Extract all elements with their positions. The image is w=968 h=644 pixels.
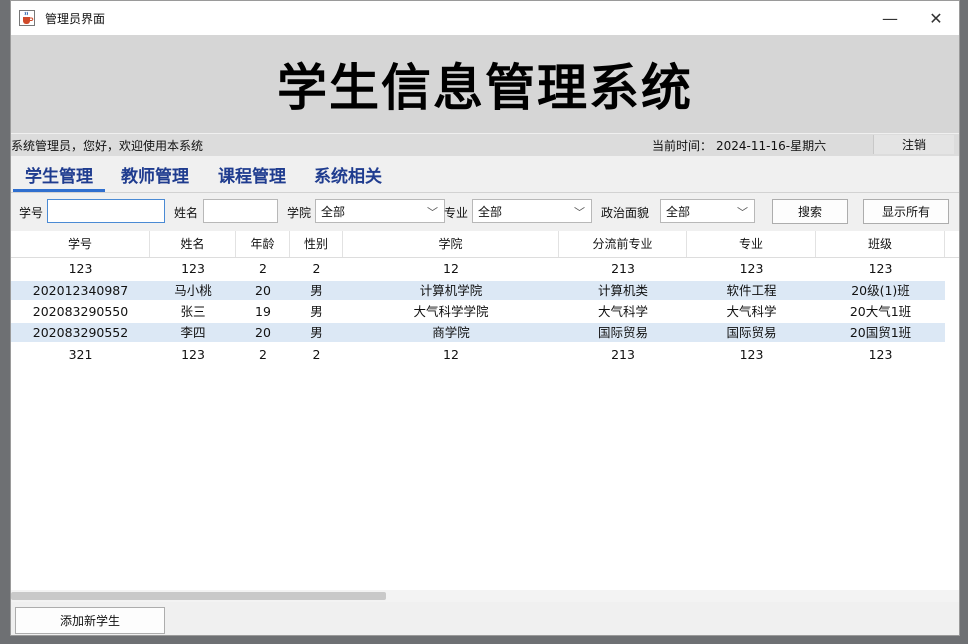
table-cell: 20大气1班 — [849, 304, 912, 319]
table-cell: 男 — [310, 283, 323, 298]
table-cell: 123 — [181, 261, 205, 276]
student-table: 学号 姓名 年龄 性别 学院 分流前专业 专业 班级 123 123 2 2 1… — [11, 231, 959, 591]
time-label: 当前时间： — [652, 139, 713, 153]
tab-system[interactable]: 系统相关 — [314, 162, 382, 187]
chevron-down-icon: ﹀ — [574, 206, 585, 219]
student-id-label: 学号 — [19, 206, 44, 220]
table-cell: 202083290552 — [32, 325, 129, 340]
search-bar: 学号 姓名 学院 全部 ﹀ 专业 全部 ﹀ 政治面貌 全部 ﹀ 搜索 显示所有 — [11, 194, 959, 230]
column-header[interactable]: 班级 — [816, 231, 945, 257]
column-header[interactable]: 姓名 — [150, 231, 236, 257]
welcome-text: 系统管理员，您好，欢迎使用本系统 — [11, 139, 204, 153]
student-id-input[interactable] — [47, 199, 165, 223]
table-cell: 202083290550 — [32, 304, 129, 319]
major-label: 专业 — [444, 206, 469, 220]
political-status-select[interactable]: 全部 ﹀ — [660, 199, 755, 223]
table-cell: 20 — [255, 283, 271, 298]
table-cell: 2 — [312, 261, 321, 276]
table-cell: 2 — [259, 347, 267, 362]
college-label: 学院 — [287, 206, 312, 220]
table-cell: 321 — [68, 347, 93, 362]
minimize-icon: — — [882, 8, 898, 28]
column-header[interactable]: 分流前专业 — [559, 231, 687, 257]
table-cell: 123 — [181, 347, 205, 362]
table-cell: 123 — [868, 261, 893, 276]
political-status-label: 政治面貌 — [601, 206, 650, 220]
java-cup-icon — [19, 10, 35, 26]
chevron-down-icon: ﹀ — [427, 206, 438, 219]
window-controls: — ✕ — [867, 1, 959, 35]
column-header[interactable]: 性别 — [290, 231, 343, 257]
table-cell: 马小桃 — [174, 283, 212, 298]
table-cell: 20级(1)班 — [851, 283, 910, 298]
table-cell: 大气科学 — [597, 304, 648, 319]
header-banner: 学生信息管理系统 — [11, 35, 959, 133]
table-cell: 123 — [868, 347, 893, 362]
college-select[interactable]: 全部 ﹀ — [315, 199, 445, 223]
major-select-value: 全部 — [478, 204, 503, 219]
table-cell: 20国贸1班 — [849, 325, 912, 340]
table-cell: 12 — [443, 347, 459, 362]
tab-teacher-management[interactable]: 教师管理 — [121, 162, 189, 187]
table-cell: 123 — [739, 261, 764, 276]
close-icon: ✕ — [929, 8, 943, 28]
tab-course-management[interactable]: 课程管理 — [218, 162, 286, 187]
table-cell: 202012340987 — [32, 283, 129, 298]
table-cell: 213 — [611, 347, 635, 362]
search-button[interactable]: 搜索 — [772, 199, 848, 224]
window-title: 管理员界面 — [45, 11, 106, 26]
table-cell: 大气科学学院 — [413, 304, 489, 319]
admin-window: 管理员界面 — ✕ 学生信息管理系统 系统管理员，您好，欢迎使用本系统 当前时间… — [10, 0, 960, 636]
table-cell: 213 — [611, 261, 635, 276]
table-cell: 123 — [68, 261, 93, 276]
table-row[interactable]: 202083290552 李四 20 男 商学院 国际贸易 国际贸易 20国贸1… — [11, 323, 945, 342]
political-status-value: 全部 — [666, 204, 691, 219]
system-title: 学生信息管理系统 — [277, 59, 693, 117]
table-row[interactable]: 202083290550 张三 19 男 大气科学学院 大气科学 大气科学 20… — [11, 302, 945, 321]
table-cell: 李四 — [180, 325, 206, 340]
college-select-value: 全部 — [321, 204, 346, 219]
name-label: 姓名 — [174, 206, 199, 220]
column-header[interactable]: 学号 — [11, 231, 150, 257]
time-value: 2024-11-16-星期六 — [716, 139, 827, 153]
table-row[interactable]: 123 123 2 2 12 213 123 123 — [11, 259, 945, 278]
table-cell: 张三 — [180, 304, 206, 319]
table-cell: 男 — [310, 304, 323, 319]
add-student-button[interactable]: 添加新学生 — [15, 607, 165, 634]
major-select[interactable]: 全部 ﹀ — [472, 199, 592, 223]
horizontal-scrollbar[interactable] — [11, 590, 959, 602]
main-tabs: 学生管理 教师管理 课程管理 系统相关 — [11, 157, 959, 193]
table-cell: 国际贸易 — [726, 325, 777, 340]
table-cell: 计算机学院 — [419, 283, 483, 298]
table-cell: 大气科学 — [726, 304, 777, 319]
logout-button[interactable]: 注销 — [873, 135, 954, 154]
table-row[interactable]: 202012340987 马小桃 20 男 计算机学院 计算机类 软件工程 20… — [11, 281, 945, 300]
info-bar: 系统管理员，您好，欢迎使用本系统 当前时间： 2024-11-16-星期六 注销 — [11, 134, 959, 156]
table-cell: 2 — [259, 261, 267, 276]
chevron-down-icon: ﹀ — [737, 206, 748, 219]
table-cell: 软件工程 — [726, 283, 777, 298]
table-cell: 19 — [255, 304, 271, 319]
table-cell: 12 — [443, 261, 459, 276]
table-cell: 20 — [255, 325, 271, 340]
close-button[interactable]: ✕ — [913, 1, 959, 35]
column-header[interactable]: 学院 — [343, 231, 559, 257]
table-cell: 男 — [310, 325, 323, 340]
tab-student-management[interactable]: 学生管理 — [13, 162, 105, 192]
minimize-button[interactable]: — — [867, 1, 913, 35]
table-row[interactable]: 321 123 2 2 12 213 123 123 — [11, 345, 945, 364]
table-cell: 商学院 — [432, 325, 470, 340]
scrollbar-thumb[interactable] — [11, 592, 386, 600]
column-header[interactable]: 专业 — [687, 231, 816, 257]
table-cell: 国际贸易 — [597, 325, 648, 340]
table-cell: 123 — [739, 347, 764, 362]
table-cell: 计算机类 — [597, 283, 648, 298]
title-bar[interactable]: 管理员界面 — ✕ — [11, 1, 959, 35]
table-header: 学号 姓名 年龄 性别 学院 分流前专业 专业 班级 — [11, 231, 959, 258]
show-all-button[interactable]: 显示所有 — [863, 199, 949, 224]
name-input[interactable] — [203, 199, 278, 223]
table-cell: 2 — [312, 347, 321, 362]
column-header[interactable]: 年龄 — [236, 231, 290, 257]
